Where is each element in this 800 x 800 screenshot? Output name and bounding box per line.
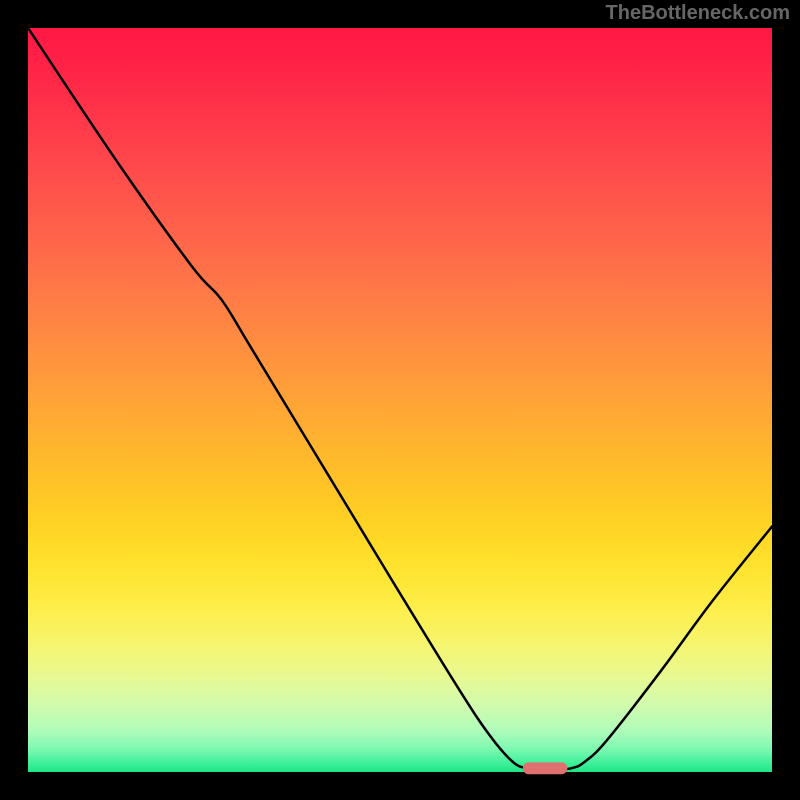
chart-svg <box>0 0 800 800</box>
marker-optimal-indicator <box>523 762 568 774</box>
watermark-text: TheBottleneck.com <box>606 2 790 25</box>
plot-background <box>28 28 772 772</box>
marker-group <box>523 762 568 774</box>
bottleneck-chart: TheBottleneck.com <box>0 0 800 800</box>
